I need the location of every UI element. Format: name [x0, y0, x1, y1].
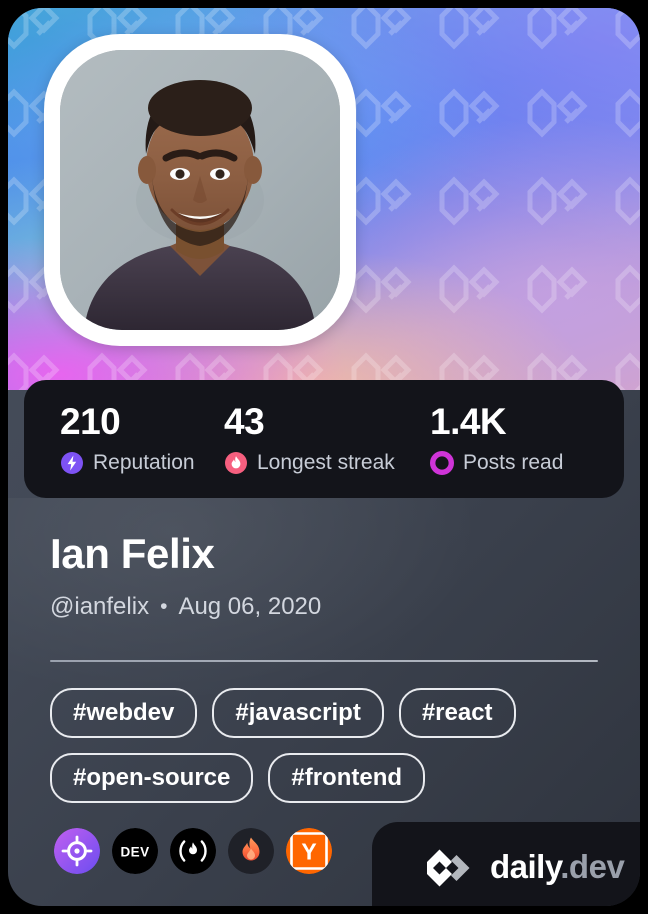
stat-label: Reputation	[93, 451, 195, 474]
profile-joined-date: Aug 06, 2020	[178, 593, 322, 620]
daily-dev-logo-mark-icon	[425, 847, 477, 887]
daily-dev-source-icon[interactable]	[54, 828, 100, 874]
tag-chip[interactable]: #open-source	[50, 753, 254, 803]
source-list: DEV Y	[54, 828, 332, 874]
branding-name: daily	[490, 848, 561, 885]
reputation-bolt-icon	[60, 451, 84, 475]
flame-source-icon[interactable]	[228, 828, 274, 874]
profile-name: Ian Felix	[50, 530, 215, 577]
svg-text:Y: Y	[301, 839, 316, 865]
meta-separator: •	[160, 595, 168, 618]
stats-bar: 210 Reputation 43 Longest streak 1.4K Po…	[24, 380, 624, 498]
profile-meta: @ianfelix • Aug 06, 2020	[50, 592, 321, 622]
tag-chip[interactable]: #webdev	[50, 688, 198, 738]
cover-banner	[8, 8, 640, 390]
avatar	[44, 34, 356, 346]
tag-chip[interactable]: #javascript	[212, 688, 384, 738]
devto-source-icon[interactable]: DEV	[112, 828, 158, 874]
stat-longest-streak: 43 Longest streak	[224, 400, 395, 475]
branding-logo: daily.dev	[425, 847, 625, 887]
tag-chip[interactable]: #react	[398, 688, 516, 738]
stat-label: Posts read	[463, 451, 564, 474]
stat-posts-read: 1.4K Posts read	[429, 400, 564, 476]
branding-panel: daily.dev	[372, 822, 640, 906]
stat-value: 43	[224, 401, 265, 442]
profile-handle: @ianfelix	[50, 593, 150, 620]
stat-reputation: 210 Reputation	[60, 400, 195, 475]
divider	[50, 660, 598, 662]
tag-chip[interactable]: #frontend	[268, 753, 426, 803]
stat-value: 1.4K	[430, 401, 507, 442]
avatar-photo	[60, 50, 340, 330]
tag-list: #webdev #javascript #react #open-source …	[50, 688, 610, 803]
posts-read-ring-icon	[429, 450, 455, 476]
branding-text: daily.dev	[490, 848, 625, 886]
hashnode-source-icon[interactable]	[170, 828, 216, 874]
svg-text:DEV: DEV	[121, 845, 150, 860]
branding-suffix: .dev	[560, 848, 625, 885]
streak-flame-icon	[224, 451, 248, 475]
hackernews-source-icon[interactable]: Y	[286, 828, 332, 874]
stat-value: 210	[60, 401, 121, 442]
stat-label: Longest streak	[257, 451, 395, 474]
dev-card: 210 Reputation 43 Longest streak 1.4K Po…	[8, 8, 640, 906]
